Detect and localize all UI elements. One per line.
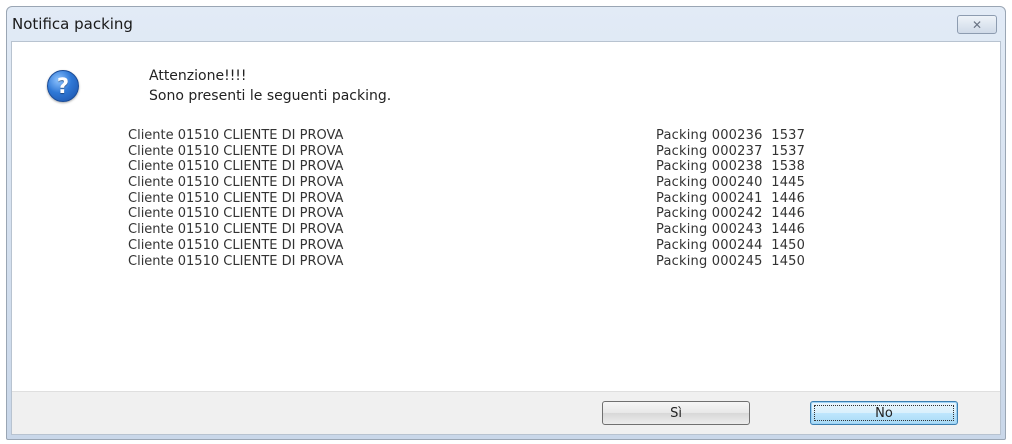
close-button[interactable]: ✕	[957, 15, 997, 34]
packing-list: Cliente 01510 CLIENTE DI PROVA Packing 0…	[128, 128, 928, 269]
client-text: Cliente 01510 CLIENTE DI PROVA	[128, 175, 344, 191]
packing-text: Packing 000238 1538	[656, 159, 806, 175]
packing-text: Packing 000237 1537	[656, 143, 806, 159]
yes-button-label: Sì	[670, 405, 682, 421]
list-item: Cliente 01510 CLIENTE DI PROVA Packing 0…	[128, 206, 928, 222]
packing-text: Packing 000244 1450	[656, 237, 806, 253]
client-text: Cliente 01510 CLIENTE DI PROVA	[128, 253, 344, 269]
client-text: Cliente 01510 CLIENTE DI PROVA	[128, 128, 344, 143]
client-text: Cliente 01510 CLIENTE DI PROVA	[128, 237, 344, 253]
list-item: Cliente 01510 CLIENTE DI PROVA Packing 0…	[128, 191, 928, 207]
packing-text: Packing 000240 1445	[656, 175, 806, 191]
packing-text: Packing 000236 1537	[656, 128, 806, 143]
window-title: Notifica packing	[12, 15, 133, 33]
question-icon: ?	[47, 70, 79, 102]
list-item: Cliente 01510 CLIENTE DI PROVA Packing 0…	[128, 175, 928, 191]
list-item: Cliente 01510 CLIENTE DI PROVA Packing 0…	[128, 222, 928, 238]
question-mark-glyph: ?	[56, 74, 70, 98]
dialog-body: ? Attenzione!!!! Sono presenti le seguen…	[11, 41, 1001, 435]
client-text: Cliente 01510 CLIENTE DI PROVA	[128, 190, 344, 206]
message-area: ? Attenzione!!!! Sono presenti le seguen…	[12, 42, 1000, 396]
client-text: Cliente 01510 CLIENTE DI PROVA	[128, 206, 344, 222]
no-button[interactable]: No	[810, 401, 958, 425]
packing-text: Packing 000241 1446	[656, 190, 806, 206]
message-heading: Attenzione!!!!	[149, 68, 247, 84]
dialog-window: Notifica packing ✕ ? Attenzione!!!! Sono…	[6, 6, 1006, 440]
message-text: Sono presenti le seguenti packing.	[149, 88, 392, 104]
client-text: Cliente 01510 CLIENTE DI PROVA	[128, 159, 344, 175]
list-item: Cliente 01510 CLIENTE DI PROVA Packing 0…	[128, 159, 928, 175]
list-item: Cliente 01510 CLIENTE DI PROVA Packing 0…	[128, 254, 928, 270]
client-text: Cliente 01510 CLIENTE DI PROVA	[128, 143, 344, 159]
packing-text: Packing 000243 1446	[656, 222, 806, 238]
list-item: Cliente 01510 CLIENTE DI PROVA Packing 0…	[128, 144, 928, 160]
close-icon: ✕	[971, 17, 983, 32]
yes-button[interactable]: Sì	[602, 401, 750, 425]
button-bar: Sì No	[12, 391, 1000, 434]
packing-text: Packing 000245 1450	[656, 253, 806, 269]
client-text: Cliente 01510 CLIENTE DI PROVA	[128, 222, 344, 238]
list-item: Cliente 01510 CLIENTE DI PROVA Packing 0…	[128, 238, 928, 254]
list-item: Cliente 01510 CLIENTE DI PROVA Packing 0…	[128, 128, 928, 144]
title-bar[interactable]: Notifica packing ✕	[7, 7, 1005, 41]
packing-text: Packing 000242 1446	[656, 206, 806, 222]
no-button-label: No	[875, 405, 893, 421]
